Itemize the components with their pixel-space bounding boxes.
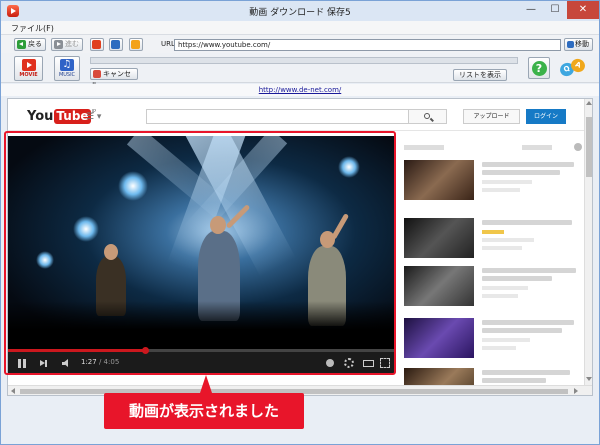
download-progress-bar	[90, 57, 518, 64]
list-item[interactable]	[404, 318, 582, 362]
video-title-blur	[482, 170, 560, 175]
video-title-blur	[482, 220, 572, 225]
video-meta-blur	[482, 180, 532, 184]
video-title-blur	[482, 328, 562, 333]
video-meta-blur	[482, 338, 530, 342]
forward-button[interactable]: 進む	[51, 38, 83, 51]
video-thumbnail	[404, 160, 474, 200]
video-meta-blur	[482, 246, 522, 250]
video-title-blur	[482, 370, 570, 375]
minimize-button[interactable]: —	[519, 1, 543, 19]
video-title-blur	[482, 162, 574, 167]
window-title: 動画 ダウンロード 保存5	[249, 8, 351, 18]
upload-button[interactable]: アップロード	[463, 109, 520, 124]
video-title-blur	[482, 276, 552, 281]
home-button[interactable]	[129, 38, 143, 51]
maximize-button[interactable]: ☐	[543, 1, 567, 19]
music-download-button[interactable]: ♫ MUSIC	[54, 56, 80, 81]
reload-button[interactable]	[109, 38, 123, 51]
video-badge-blur	[482, 230, 504, 234]
show-list-button[interactable]: リストを表示	[453, 69, 507, 81]
video-meta-blur	[482, 286, 528, 290]
close-button[interactable]: ✕	[567, 1, 599, 19]
video-title-blur	[482, 378, 546, 383]
stop-button[interactable]	[90, 38, 104, 51]
go-button[interactable]: 移動	[564, 38, 593, 51]
stop-icon	[92, 40, 101, 49]
search-icon	[424, 113, 430, 119]
video-meta-blur	[482, 188, 520, 192]
menu-file[interactable]: ファイル(F)	[11, 23, 54, 34]
video-thumbnail	[404, 218, 474, 258]
list-item[interactable]	[404, 160, 582, 204]
menu-bar: ファイル(F)	[1, 21, 599, 35]
music-label: MUSIC	[58, 72, 76, 78]
video-title-blur	[482, 320, 574, 325]
title-bar: 動画 ダウンロード 保存5 — ☐ ✕	[1, 1, 599, 21]
reload-icon	[111, 40, 120, 49]
url-input[interactable]	[174, 39, 561, 51]
login-button[interactable]: ログイン	[526, 109, 566, 124]
youtube-search-input[interactable]	[146, 109, 409, 124]
youtube-search-button[interactable]	[409, 109, 447, 124]
vertical-scroll-thumb[interactable]	[586, 117, 592, 177]
scroll-left-icon[interactable]	[11, 388, 15, 394]
help-button[interactable]: ?	[528, 57, 550, 79]
video-meta-blur	[482, 346, 516, 350]
music-note-icon: ♫	[60, 59, 74, 71]
forward-arrow-icon	[54, 40, 63, 49]
recommendations-sidebar	[404, 136, 582, 395]
video-meta-blur	[482, 294, 518, 298]
video-meta-blur	[482, 238, 534, 242]
movie-icon	[21, 59, 36, 71]
qa-support-button[interactable]: Q A	[557, 56, 587, 80]
movie-download-button[interactable]: MOVIE	[14, 56, 43, 81]
cancel-x-icon	[93, 70, 101, 78]
youtube-header: You Tube JP ☰ ▾ アップロード ログイン	[8, 99, 584, 131]
autoplay-toggle[interactable]	[574, 143, 582, 151]
help-question-icon: ?	[531, 61, 547, 76]
up-next-heading	[404, 145, 444, 150]
promo-link-strip: http://www.de-net.com/	[1, 84, 599, 96]
cancel-button[interactable]: キャンセル	[90, 68, 138, 89]
video-thumbnail	[404, 266, 474, 306]
video-thumbnail	[404, 318, 474, 358]
vendor-link[interactable]: http://www.de-net.com/	[259, 86, 342, 94]
back-arrow-icon	[17, 40, 26, 49]
guide-menu-icon[interactable]: ☰ ▾	[86, 112, 101, 122]
back-button[interactable]: 戻る	[14, 38, 46, 51]
list-item[interactable]	[404, 266, 582, 310]
home-icon	[131, 40, 140, 49]
scroll-up-icon[interactable]	[586, 101, 592, 105]
scroll-down-icon[interactable]	[586, 377, 592, 381]
navigation-toolbar: 戻る 進む URL: 移動	[1, 35, 599, 53]
list-item[interactable]	[404, 218, 582, 262]
vertical-scrollbar[interactable]	[584, 99, 592, 385]
annotation-callout: 動画が表示されました	[104, 393, 304, 429]
scroll-right-icon[interactable]	[574, 388, 578, 394]
autoplay-label	[522, 145, 552, 150]
go-arrow-icon	[567, 41, 574, 48]
movie-label: MOVIE	[19, 72, 38, 78]
video-title-blur	[482, 268, 576, 273]
video-highlight-frame	[4, 131, 396, 375]
callout-pointer	[200, 375, 212, 393]
